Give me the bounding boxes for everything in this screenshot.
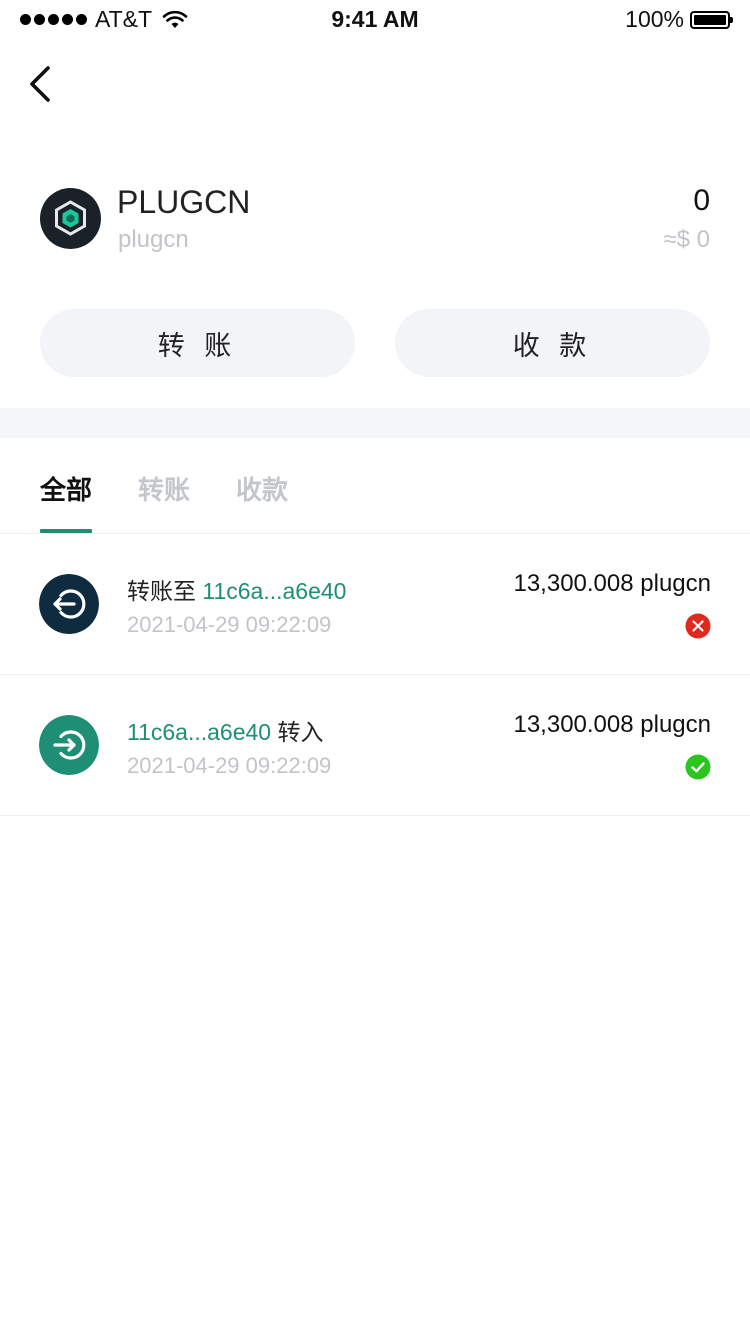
transaction-address[interactable]: 11c6a...a6e40 <box>202 578 346 604</box>
status-bar: AT&T 9:41 AM 100% <box>0 0 750 40</box>
transaction-title: 转账至 11c6a...a6e40 <box>127 572 346 606</box>
transaction-amount: 13,300.008 plugcn <box>513 711 711 738</box>
battery-icon <box>690 10 733 29</box>
transaction-suffix: 转入 <box>271 719 324 745</box>
transaction-row[interactable]: 转账至 11c6a...a6e40 2021-04-29 09:22:09 13… <box>0 534 750 675</box>
token-symbol: plugcn <box>118 226 189 253</box>
tab-send[interactable]: 转账 <box>138 470 190 533</box>
token-header: PLUGCN plugcn 0 ≈$ 0 <box>40 184 710 256</box>
outgoing-icon <box>39 574 99 634</box>
failed-status-icon <box>685 613 711 639</box>
battery-percent: 100% <box>625 6 684 32</box>
section-divider <box>0 408 750 438</box>
transaction-amount: 13,300.008 plugcn <box>513 570 711 597</box>
receive-button[interactable]: 收 款 <box>395 309 710 377</box>
incoming-icon <box>39 715 99 775</box>
token-name: PLUGCN <box>117 184 251 220</box>
hexagon-logo-icon <box>55 200 86 236</box>
tab-bar: 全部 转账 收款 <box>40 470 334 533</box>
tab-all[interactable]: 全部 <box>40 470 93 533</box>
send-button[interactable]: 转 账 <box>40 309 355 377</box>
transaction-row[interactable]: 11c6a...a6e40 转入 2021-04-29 09:22:09 13,… <box>0 675 750 816</box>
back-chevron-icon[interactable] <box>24 62 64 106</box>
token-balance: 0 <box>693 184 710 217</box>
transaction-time: 2021-04-29 09:22:09 <box>127 753 332 778</box>
status-right: 100% <box>625 6 733 33</box>
transaction-time: 2021-04-29 09:22:09 <box>127 612 332 637</box>
token-logo <box>40 188 101 249</box>
success-status-icon <box>685 754 711 780</box>
transaction-address[interactable]: 11c6a...a6e40 <box>127 719 271 745</box>
token-usd-value: ≈$ 0 <box>663 226 710 253</box>
transaction-title: 11c6a...a6e40 转入 <box>127 713 323 747</box>
transaction-prefix: 转账至 <box>127 578 203 604</box>
tab-receive[interactable]: 收款 <box>236 470 288 533</box>
